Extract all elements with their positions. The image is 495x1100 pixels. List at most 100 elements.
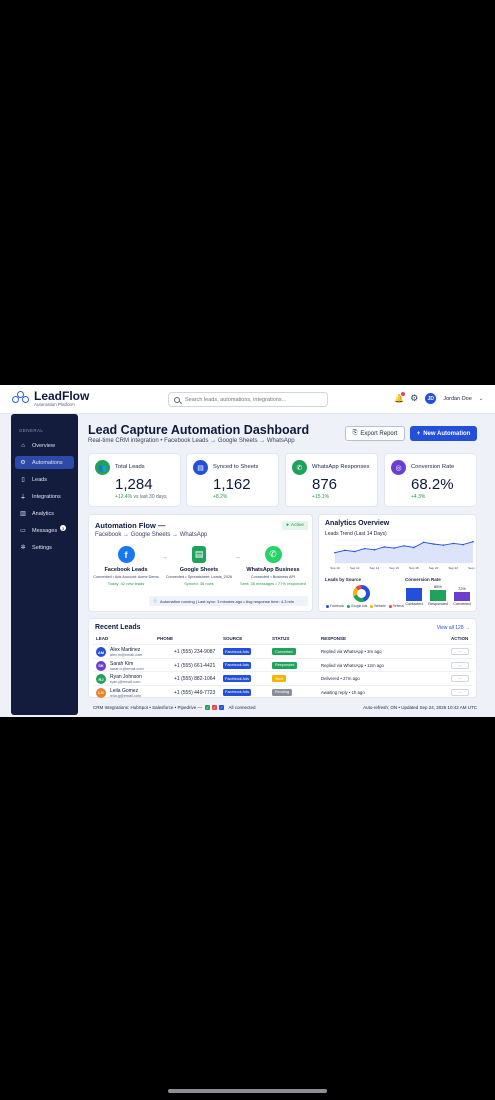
table-row[interactable]: LG Leila Gomez leila.g@email.com +1 (555) 4… [93,684,473,698]
x-tick-label: Sep 18 [409,566,419,570]
sidebar-item-label: Leads [32,476,47,483]
trend-point [452,542,455,545]
export-icon: ⎘ [352,430,358,436]
user-name[interactable]: Jordan Doe [443,396,471,402]
view-all-link[interactable]: View all 128 → [437,625,470,631]
source-badge: Facebook Ads [223,675,252,682]
sidebar-item-label: Integrations [32,493,61,500]
stat-card-total-leads[interactable]: 👥 Total Leads 1,284 +12.4% vs last 30 da… [88,453,181,507]
avatar: SK [96,660,106,671]
node-desc: Connected • Ads Account: Acme Demo [93,575,159,579]
lead-phone: +1 (555) 449-7723 [174,689,216,696]
flow-node-whatsapp[interactable]: ✆ WhatsApp Business Connected • Business… [238,546,308,586]
home-indicator[interactable] [168,1089,327,1093]
table-row[interactable]: RJ Ryan Johnson ryan.j@email.com +1 (555) 8… [93,671,473,684]
user-controls: 🔔 ⚙ JD Jordan Doe ⌄ [394,392,483,404]
trend-point [413,546,415,549]
stat-card-synced[interactable]: ▤ Synced to Sheets 1,162 +8.2% [186,453,279,507]
column-header: PHONE [157,636,174,641]
trend-point [472,540,474,543]
new-automation-label: New Automation [423,430,471,437]
settings-icon: ✲ [20,545,26,551]
stat-card-whatsapp[interactable]: ✆ WhatsApp Responses 876 +15.1% [285,453,378,507]
flow-node-google-sheets[interactable]: ▤ Google Sheets Connected • Spreadsheet:… [164,546,234,586]
stat-card-conversion[interactable]: ◎ Conversion Rate 68.2% +4.3% [384,453,477,507]
gear-icon[interactable]: ⚙ [410,394,418,403]
row-action-button[interactable]: ··· [451,661,469,669]
status-badge: Sent [272,675,286,682]
page-title: Lead Capture Automation Dashboard [88,423,310,437]
app-name: LeadFlow [34,389,90,403]
stat-value: 1,162 [213,476,251,493]
column-header: ACTION [451,636,469,641]
check-icon: ✓ [205,705,211,711]
home-icon: ⌂ [21,442,25,449]
node-desc: Connected • Business API [250,575,296,579]
page-subtitle: Real-time CRM integration • Facebook Lea… [88,438,295,444]
refresh-status: Auto-refresh: ON • Updated Sep 24, 2026 … [363,705,477,710]
trend-point [334,551,336,554]
check-icon: ✓ [219,705,225,711]
lead-email: ryan.j@email.com [110,680,141,684]
connected-text: All connected [228,705,256,710]
sidebar-item-leads[interactable]: ▯ Leads [15,473,74,486]
sidebar-item-overview[interactable]: ⌂ Overview [15,439,74,452]
sidebar-item-analytics[interactable]: ▥ Analytics [15,507,74,520]
avatar: AM [96,647,106,657]
gear-icon: ⚙ [20,460,26,466]
column-header: SOURCE [223,636,243,641]
x-tick-label: Sep 22 [449,566,459,570]
sidebar-item-integrations[interactable]: ⏚ Integrations [15,490,74,503]
x-tick-label: Sep 12 [350,566,360,570]
search-box[interactable] [168,392,328,407]
sidebar-item-automations[interactable]: ⚙ Automations [15,456,74,469]
row-action-button[interactable]: ··· [451,688,469,696]
sidebar-item-messages[interactable]: ▭ Messages 3 [15,524,74,537]
table-row[interactable]: AM Alex Martinez alex.m@email.com +1 (555) … [93,644,473,657]
trend-point [344,549,346,552]
sidebar-section-label: GENERAL [19,428,44,433]
trend-point [353,550,356,553]
avatar[interactable]: JD [425,393,437,404]
trend-point [422,541,425,544]
message-count-badge: 3 [60,525,66,531]
source-legend: Facebook Google Ads Website Referral [324,604,404,608]
stat-delta: +4.3% [411,494,426,500]
trend-point [383,546,386,548]
stat-value: 876 [312,476,338,493]
export-report-button[interactable]: ⎘ Export Report [345,426,405,441]
logo[interactable]: LeadFlow Automation Platform [12,390,89,408]
x-tick-label: Sep 10 [330,566,340,570]
new-automation-button[interactable]: + New Automation [410,426,477,441]
conversion-category-label: Responded [428,602,448,606]
status-badge: Pending [272,688,292,696]
plus-icon: + [416,430,421,437]
conversion-bar [454,591,470,601]
check-icon: ✓ [212,705,218,711]
bell-icon[interactable]: 🔔 [394,392,406,403]
lead-phone: +1 (555) 661-4421 [174,662,216,669]
node-name: Facebook Leads [104,567,148,573]
analytics-title: Analytics Overview [325,520,390,527]
search-input[interactable] [185,396,325,403]
trend-point [432,543,435,545]
row-action-button[interactable]: ··· [451,648,469,655]
chevron-down-icon[interactable]: ⌄ [479,396,483,402]
stat-value: 68.2% [411,476,454,493]
lead-phone: +1 (555) 234-9087 [174,649,216,655]
flow-node-facebook[interactable]: f Facebook Leads Connected • Ads Account… [91,546,161,586]
export-label: Export Report [360,430,398,437]
node-stat: Sent: 36 messages • 77% responded [240,580,306,586]
conversion-title: Conversion Rate [405,577,441,582]
lead-phone: +1 (555) 882-1064 [174,676,216,682]
crm-integrations-text: CRM Integrations: HubSpot • Salesforce •… [93,705,202,710]
leads-title: Recent Leads [95,624,141,631]
sidebar-item-settings[interactable]: ✲ Settings [15,541,74,554]
lead-response: Replied via WhatsApp • 3m ago [321,649,382,654]
table-row[interactable]: SK Sarah Kim sarah.k@email.com +1 (555) 661… [93,657,473,671]
row-action-button[interactable]: ··· [451,675,469,682]
sources-title: Leads by Source [325,577,362,582]
conversion-category-label: Contacted [405,602,423,606]
column-header: STATUS [272,636,290,641]
stat-label: Conversion Rate [411,464,455,470]
